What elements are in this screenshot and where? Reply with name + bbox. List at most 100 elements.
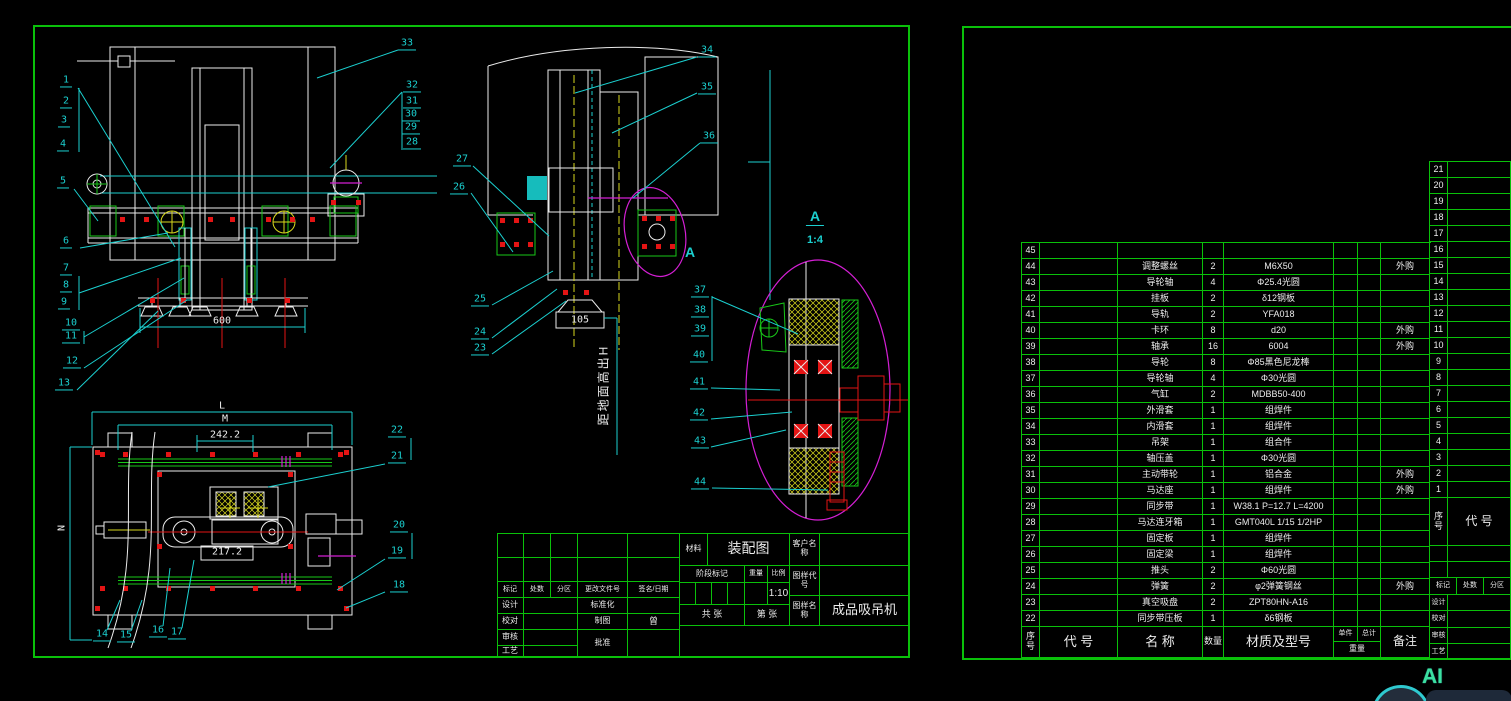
- bom-row-34-material: 组焊件: [1224, 419, 1334, 435]
- callout-42: 42: [689, 407, 709, 421]
- bom-row-36-note: [1381, 387, 1430, 403]
- titleblock-cell: [728, 583, 745, 605]
- titleblock-change: 更改文件号: [578, 582, 628, 598]
- ai-assistant-widget[interactable]: AI: [1360, 663, 1511, 701]
- bom-row-40-material: d20: [1224, 323, 1334, 339]
- bom-row-45-material: [1224, 243, 1334, 259]
- bom-row-40-name: 卡环: [1118, 323, 1203, 339]
- bom-row-23-no: 23: [1022, 595, 1040, 611]
- bom-row-37-total: [1358, 371, 1381, 387]
- bom-row-25-material: Φ60光圆: [1224, 563, 1334, 579]
- strip-zone: 分区: [1484, 578, 1511, 595]
- strip-process: 工艺: [1430, 644, 1448, 660]
- titleblock-cell: [524, 558, 551, 582]
- callout-40: 40: [689, 349, 709, 363]
- bom-strip-row-6: 6: [1430, 402, 1448, 418]
- bom-strip-row-21: 21: [1430, 162, 1448, 178]
- bom-row-42-total: [1358, 291, 1381, 307]
- bom-row-27-material: 组焊件: [1224, 531, 1334, 547]
- titleblock-standard: 标准化: [578, 598, 628, 614]
- bom-row-23-note: [1381, 595, 1430, 611]
- titleblock-sheet_label: 第 张: [745, 605, 790, 626]
- bom-row-31-qty: 1: [1203, 467, 1224, 483]
- bom-row-23-material: ZPT80HN-A16: [1224, 595, 1334, 611]
- titleblock-cell: [524, 598, 578, 614]
- titleblock-cell: [524, 646, 578, 658]
- titleblock-mark: 标记: [497, 582, 524, 598]
- callout-3: 3: [57, 114, 71, 128]
- callout-30: 30: [401, 108, 421, 122]
- bom-row-30-no: 30: [1022, 483, 1040, 499]
- callout-4: 4: [56, 138, 70, 152]
- bom-row-22-material: δ6钢板: [1224, 611, 1334, 627]
- titleblock-review: 审核: [497, 630, 524, 646]
- bom-row-45-code: [1040, 243, 1118, 259]
- bom-strip-row-18: 18: [1430, 210, 1448, 226]
- bom-row-30-unit: [1334, 483, 1358, 499]
- callout-20: 20: [389, 519, 409, 533]
- dim-217: 217.2: [211, 546, 243, 558]
- bom-row-39-material: 6004: [1224, 339, 1334, 355]
- bom-row-27-no: 27: [1022, 531, 1040, 547]
- strip-cell: [1448, 628, 1511, 644]
- bom-header-name: 名 称: [1118, 627, 1203, 658]
- bom-row-32-note: [1381, 451, 1430, 467]
- detail-a-label: A: [805, 208, 825, 226]
- callout-23: 23: [470, 342, 490, 356]
- callout-14: 14: [92, 628, 112, 642]
- titleblock-cell: [497, 533, 524, 558]
- bom-row-34-name: 内滑套: [1118, 419, 1203, 435]
- bom-strip-row-4-code: [1448, 434, 1511, 450]
- callout-13: 13: [54, 377, 74, 391]
- bom-row-40-code: [1040, 323, 1118, 339]
- bom-row-33-qty: 1: [1203, 435, 1224, 451]
- bom-row-44-material: M6X50: [1224, 259, 1334, 275]
- bom-row-27-unit: [1334, 531, 1358, 547]
- dim-242: 242.2: [209, 429, 241, 441]
- bom-row-41-no: 41: [1022, 307, 1040, 323]
- titleblock-scale_label: 比例: [768, 566, 790, 583]
- bom-row-28-unit: [1334, 515, 1358, 531]
- callout-43: 43: [690, 435, 710, 449]
- bom-row-38-material: Φ85黑色尼龙棒: [1224, 355, 1334, 371]
- bom-row-33-note: [1381, 435, 1430, 451]
- callout-9: 9: [57, 296, 71, 310]
- bom-row-36-code: [1040, 387, 1118, 403]
- bom-header-weight: 重量: [1334, 642, 1381, 658]
- callout-6: 6: [59, 235, 73, 249]
- bom-row-22-no: 22: [1022, 611, 1040, 627]
- ai-toolbar[interactable]: [1426, 690, 1511, 701]
- bom-header-unit: 单件: [1334, 627, 1358, 642]
- bom-row-36-unit: [1334, 387, 1358, 403]
- callout-22: 22: [387, 424, 407, 438]
- bom-row-23-unit: [1334, 595, 1358, 611]
- bom-row-37-note: [1381, 371, 1430, 387]
- bom-row-37-qty: 4: [1203, 371, 1224, 387]
- bom-row-37-unit: [1334, 371, 1358, 387]
- bom-row-31-total: [1358, 467, 1381, 483]
- bom-header-qty: 数量: [1203, 627, 1224, 658]
- bom-strip-row-8: 8: [1430, 370, 1448, 386]
- bom-strip-row-18-code: [1448, 210, 1511, 226]
- bom-row-41-note: [1381, 307, 1430, 323]
- titleblock-cell: [628, 533, 680, 558]
- bom-row-27-total: [1358, 531, 1381, 547]
- bom-row-34-note: [1381, 419, 1430, 435]
- bom-row-45-qty: [1203, 243, 1224, 259]
- titleblock-design: 设计: [497, 598, 524, 614]
- callout-27: 27: [452, 153, 472, 167]
- titleblock-draft_value: 曾: [628, 614, 680, 630]
- bom-row-31-code: [1040, 467, 1118, 483]
- bom-strip-row-7-code: [1448, 386, 1511, 402]
- bom-strip-row-13: 13: [1430, 290, 1448, 306]
- callout-36: 36: [699, 130, 719, 144]
- section-marker-a: A: [684, 244, 696, 260]
- strip-cell: [1448, 611, 1511, 628]
- bom-strip-row-20-code: [1448, 178, 1511, 194]
- bom-strip-row-19: 19: [1430, 194, 1448, 210]
- bom-row-35-name: 外滑套: [1118, 403, 1203, 419]
- titleblock-zone: 分区: [551, 582, 578, 598]
- bom-row-37-name: 导轮轴: [1118, 371, 1203, 387]
- dim-600: 600: [212, 315, 232, 327]
- bom-row-45-total: [1358, 243, 1381, 259]
